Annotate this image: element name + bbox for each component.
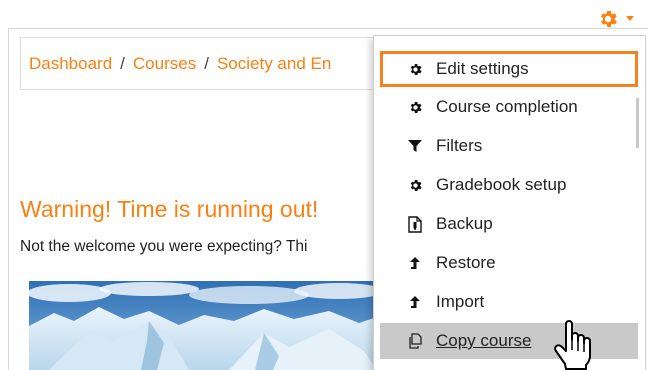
menu-item-label: Edit settings — [436, 59, 529, 78]
menu-item-edit-settings[interactable]: Edit settings — [380, 51, 638, 87]
file-icon-graphic — [408, 215, 422, 233]
gear-icon-graphic — [410, 101, 422, 113]
menu-item-label: Copy course — [436, 331, 532, 350]
breadcrumb: Dashboard / Courses / Society and En — [20, 37, 380, 90]
menu-item-import[interactable]: Import — [380, 284, 638, 320]
gear-icon-graphic — [410, 63, 422, 75]
menu-item-label: Filters — [436, 136, 483, 155]
filter-icon — [406, 128, 424, 164]
gear-icon — [406, 167, 424, 203]
breadcrumb-item-course[interactable]: Society and En — [217, 54, 331, 73]
hand-pointer-cursor-graphic — [554, 320, 591, 370]
menu-item-gradebook-setup[interactable]: Gradebook setup — [380, 167, 638, 203]
menu-item-label: Gradebook setup — [436, 175, 567, 194]
upload-icon — [406, 284, 424, 320]
menu-item-backup[interactable]: Backup — [380, 206, 638, 242]
menu-item-filters[interactable]: Filters — [380, 128, 638, 164]
caret-down-icon-graphic — [626, 16, 634, 21]
menu-item-label: Backup — [436, 214, 493, 233]
warning-heading: Warning! Time is running out! — [20, 196, 319, 222]
screenshot-page: Dashboard / Courses / Society and En Warning… — [0, 0, 648, 370]
menu-scrollbar[interactable] — [636, 98, 639, 148]
menu-item-restore[interactable]: Restore — [380, 245, 638, 281]
course-image — [29, 281, 377, 370]
breadcrumb-item-dashboard[interactable]: Dashboard — [29, 54, 112, 73]
menu-item-label: Course completion — [436, 97, 578, 116]
gear-icon-graphic — [601, 10, 617, 28]
breadcrumb-separator: / — [204, 54, 209, 73]
gear-icon — [406, 89, 424, 125]
upload-icon-graphic — [410, 295, 420, 308]
filter-icon-graphic — [408, 140, 422, 152]
gear-icon[interactable] — [597, 8, 619, 30]
copy-icon — [406, 323, 424, 359]
menu-item-label: Restore — [436, 253, 496, 272]
glacier-illustration — [29, 281, 377, 370]
upload-icon-graphic — [410, 256, 420, 269]
copy-icon-graphic — [409, 333, 422, 349]
menu-item-label: Import — [436, 292, 485, 311]
file-icon — [406, 206, 424, 242]
breadcrumb-separator: / — [120, 54, 125, 73]
breadcrumb-item-courses[interactable]: Courses — [133, 54, 196, 73]
upload-icon — [406, 245, 424, 281]
gear-icon — [406, 51, 424, 87]
menu-item-course-completion[interactable]: Course completion — [380, 89, 638, 125]
caret-down-icon[interactable] — [625, 13, 635, 23]
gear-icon-graphic — [410, 179, 422, 191]
hand-pointer-cursor-icon — [548, 318, 610, 370]
welcome-text: Not the welcome you were expecting? Thi — [20, 238, 308, 255]
